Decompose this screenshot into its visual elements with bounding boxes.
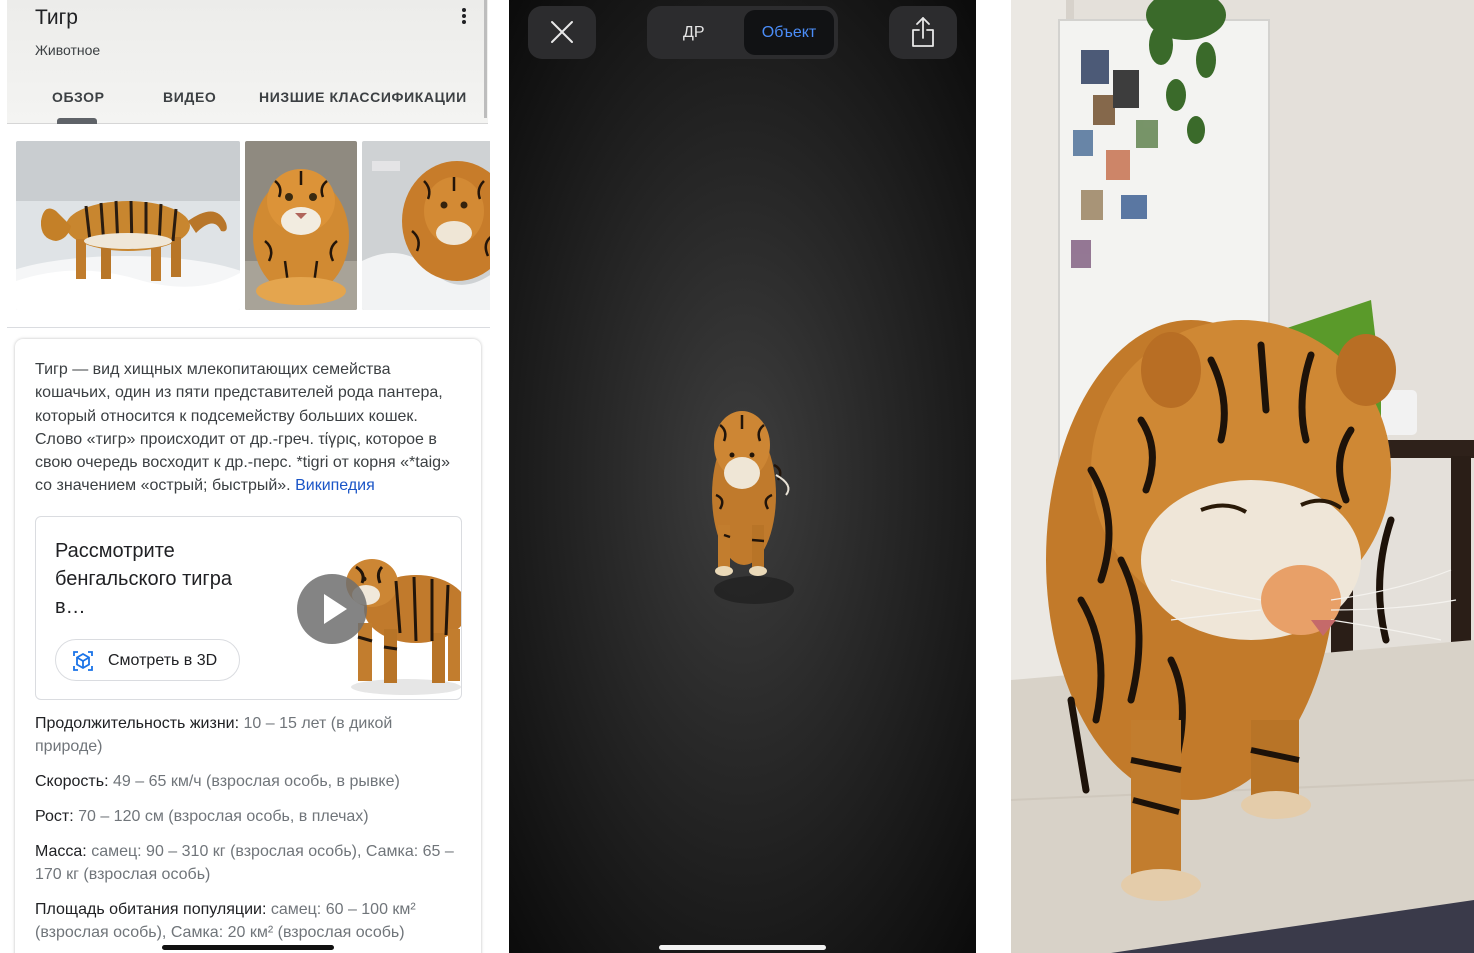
knowledge-panel-screen: Тигр Животное ОБЗОР ВИДЕО НИЗШИЕ КЛАССИФ… (0, 0, 496, 953)
wikipedia-link[interactable]: Википедия (295, 477, 375, 494)
fact-value[interactable]: 70 – 120 см (взрослая особь, в плечах) (78, 808, 369, 825)
close-icon (551, 21, 573, 43)
home-indicator[interactable] (162, 945, 334, 950)
section-divider (7, 327, 490, 328)
entity-title: Тигр (35, 6, 78, 29)
fact-value[interactable]: самец: 90 – 310 кг (взрослая особь), Сам… (35, 843, 454, 883)
segment-object-label: Объект (761, 24, 817, 41)
image-carousel[interactable] (16, 141, 490, 310)
segment-ar[interactable]: ДР (683, 24, 705, 42)
fact-value[interactable]: 49 – 65 км/ч (взрослая особь, в рывке) (113, 773, 400, 790)
fact-lifespan: Продолжительность жизни: 10 – 15 лет (в … (35, 712, 460, 759)
share-icon (912, 17, 934, 47)
view-mode-switch[interactable]: ДР Объект (647, 6, 838, 59)
tab-video[interactable]: ВИДЕО (163, 89, 216, 105)
fact-label: Продолжительность жизни: (35, 715, 240, 732)
home-indicator[interactable] (659, 945, 826, 950)
fact-habitat-area: Площадь обитания популяции: самец: 60 – … (35, 898, 460, 945)
tiger-photo-walking[interactable] (16, 141, 240, 310)
share-button[interactable] (889, 6, 957, 59)
fact-label: Площадь обитания популяции: (35, 901, 267, 918)
play-icon[interactable] (297, 574, 367, 644)
tiger-3d-model[interactable] (694, 385, 804, 615)
segment-object[interactable]: Объект (744, 10, 834, 55)
more-options-icon[interactable] (455, 6, 473, 28)
fact-label: Масса: (35, 843, 87, 860)
tab-overview[interactable]: ОБЗОР (52, 89, 105, 105)
ar-camera-view[interactable] (1011, 0, 1474, 953)
view-in-3d-title: Рассмотрите бенгальского тигра в… (55, 540, 232, 618)
ar-tiger-in-room-scene (1011, 0, 1474, 953)
ar-object-viewer: ДР Объект (509, 0, 976, 953)
view-in-3d-button[interactable]: Смотреть в 3D (55, 639, 240, 681)
cube-3d-icon (72, 650, 94, 672)
entity-description: Тигр — вид хищных млекопитающих семейств… (35, 358, 465, 498)
description-text: Тигр — вид хищных млекопитающих семейств… (35, 361, 450, 495)
fact-label: Скорость: (35, 773, 109, 790)
fact-speed: Скорость: 49 – 65 км/ч (взрослая особь, … (35, 770, 460, 793)
fact-height: Рост: 70 – 120 см (взрослая особь, в пле… (35, 805, 460, 828)
knowledge-panel-header (7, 0, 488, 124)
tiger-photo-snow[interactable] (362, 141, 490, 310)
view-in-3d-label: Смотреть в 3D (108, 652, 218, 669)
active-tab-indicator (57, 118, 97, 124)
tab-subclassifications[interactable]: НИЗШИЕ КЛАССИФИКАЦИИ (259, 89, 467, 105)
fact-label: Рост: (35, 808, 74, 825)
entity-subtitle: Животное (35, 42, 101, 58)
fact-mass: Масса: самец: 90 – 310 кг (взрослая особ… (35, 840, 460, 887)
tiger-photo-portrait[interactable] (245, 141, 357, 310)
view-in-3d-card[interactable]: Рассмотрите бенгальского тигра в… Смотре… (35, 516, 462, 700)
close-button[interactable] (528, 6, 596, 59)
scrollbar[interactable] (484, 0, 487, 118)
